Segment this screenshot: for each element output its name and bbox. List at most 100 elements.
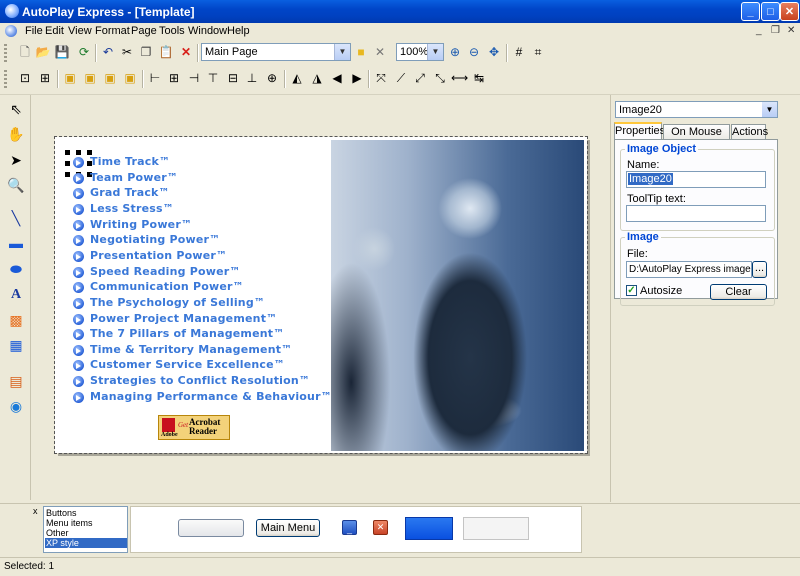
web-icon[interactable]: ◉ <box>6 396 26 416</box>
delete-icon[interactable]: ✕ <box>178 44 194 60</box>
tab-on-mouse-over[interactable]: On Mouse Over <box>663 124 730 153</box>
link-label[interactable]: Communication Power™ <box>90 280 244 293</box>
link-label[interactable]: Less Stress™ <box>90 202 174 215</box>
close-button[interactable]: ✕ <box>780 2 799 21</box>
new-icon[interactable]: 🗋 <box>17 44 33 60</box>
cut-icon[interactable]: ✂ <box>119 44 135 60</box>
mdi-close-button[interactable]: ✕ <box>787 25 795 36</box>
bring-forward-icon[interactable]: ▣ <box>102 70 118 86</box>
group-icon[interactable]: ⊡ <box>17 70 33 86</box>
menu-page[interactable]: Page <box>131 25 157 37</box>
menu-window[interactable]: Window <box>188 25 227 37</box>
grid-icon[interactable]: # <box>511 44 527 60</box>
main-menu-button-sample[interactable]: Main Menu <box>256 519 320 537</box>
send-to-back-icon[interactable]: ▣ <box>82 70 98 86</box>
browse-button[interactable]: ... <box>752 261 767 278</box>
selection-handle[interactable] <box>76 150 81 155</box>
space-evenly-icon[interactable]: ⤡ <box>432 70 448 86</box>
style-list-item[interactable]: Buttons <box>45 508 127 518</box>
tab-actions[interactable]: Actions <box>731 124 768 139</box>
image-button-icon[interactable]: ▦ <box>6 335 26 355</box>
open-folder-icon[interactable]: 📂 <box>35 44 51 60</box>
minimize-sample-icon[interactable]: _ <box>342 520 357 535</box>
zoom-in-icon[interactable]: ⊕ <box>447 44 463 60</box>
document-icon[interactable] <box>5 25 17 37</box>
style-list-item[interactable]: Other <box>45 528 127 538</box>
bring-to-front-icon[interactable]: ▣ <box>62 70 78 86</box>
mdi-minimize-button[interactable]: _ <box>756 25 762 36</box>
build-icon[interactable]: ⟳ <box>76 44 92 60</box>
autosize-checkbox[interactable]: ✓ <box>626 285 637 296</box>
link-label[interactable]: Writing Power™ <box>90 218 192 231</box>
link-label[interactable]: The 7 Pillars of Management™ <box>90 327 284 340</box>
app-icon[interactable] <box>5 4 19 18</box>
resize-icon[interactable]: ⤧ <box>373 70 389 86</box>
align-left-icon[interactable]: ⊢ <box>147 70 163 86</box>
style-list-item[interactable]: Menu items <box>45 518 127 528</box>
clear-button[interactable]: Clear <box>710 284 767 300</box>
get-acrobat-reader-badge[interactable]: Adobe Get Acrobat Reader <box>158 415 230 440</box>
line-tool-icon[interactable]: ⟋ <box>393 70 409 86</box>
align-top-icon[interactable]: ⊤ <box>205 70 221 86</box>
link-label[interactable]: The Psychology of Selling™ <box>90 296 265 309</box>
rectangle-icon[interactable]: ▬ <box>6 233 26 253</box>
snap-grid-icon[interactable]: ⌗ <box>530 44 546 60</box>
flip-horizontal-icon[interactable]: ◭ <box>289 70 305 86</box>
menu-help[interactable]: Help <box>227 25 250 37</box>
same-width-icon[interactable]: ⟷ <box>451 70 468 86</box>
center-on-page-icon[interactable]: ⊕ <box>264 70 280 86</box>
rotate-left-icon[interactable]: ◀ <box>329 70 345 86</box>
rotate-right-icon[interactable]: ▶ <box>349 70 365 86</box>
link-label[interactable]: Strategies to Conflict Resolution™ <box>90 374 310 387</box>
menu-tools[interactable]: Tools <box>159 25 185 37</box>
same-height-icon[interactable]: ↹ <box>471 70 487 86</box>
pointer-icon[interactable]: ➤ <box>6 150 26 170</box>
hand-icon[interactable]: ✋ <box>6 124 26 144</box>
paste-icon[interactable]: 📋 <box>158 44 174 60</box>
link-label[interactable]: Time Track™ <box>90 155 170 168</box>
select-arrow-icon[interactable]: ⇖ <box>6 99 26 119</box>
save-icon[interactable]: 💾 <box>54 44 70 60</box>
link-label[interactable]: Speed Reading Power™ <box>90 265 241 278</box>
menu-format[interactable]: Format <box>95 25 130 37</box>
delete-page-icon[interactable]: ✕ <box>372 44 388 60</box>
media-icon[interactable]: ▤ <box>6 371 26 391</box>
chevron-down-icon[interactable]: ▼ <box>427 44 443 60</box>
toolbar-grip[interactable] <box>4 44 7 62</box>
selection-handle[interactable] <box>65 172 70 177</box>
zoom-combo[interactable]: 100% ▼ <box>396 43 444 61</box>
ungroup-icon[interactable]: ⊞ <box>37 70 53 86</box>
link-label[interactable]: Time & Territory Management™ <box>90 343 292 356</box>
name-field[interactable]: Image20 <box>626 171 766 188</box>
close-sample-icon[interactable]: ✕ <box>373 520 388 535</box>
copy-icon[interactable]: ❐ <box>138 44 154 60</box>
page-combo[interactable]: Main Page ▼ <box>201 43 351 61</box>
link-label[interactable]: Presentation Power™ <box>90 249 227 262</box>
ellipse-icon[interactable]: ⬬ <box>6 259 26 279</box>
minimize-button[interactable]: _ <box>741 2 760 21</box>
align-middle-icon[interactable]: ⊟ <box>225 70 241 86</box>
link-label[interactable]: Grad Track™ <box>90 186 170 199</box>
send-backward-icon[interactable]: ▣ <box>122 70 138 86</box>
light-panel-sample[interactable] <box>463 517 529 540</box>
tooltip-field[interactable] <box>626 205 766 222</box>
selection-handle[interactable] <box>65 150 70 155</box>
blank-button-sample[interactable] <box>178 519 244 537</box>
chevron-down-icon[interactable]: ▼ <box>334 44 350 60</box>
image-icon[interactable]: ▩ <box>6 310 26 330</box>
link-label[interactable]: Power Project Management™ <box>90 312 277 325</box>
line-icon[interactable]: ╲ <box>6 208 26 228</box>
link-label[interactable]: Customer Service Excellence™ <box>90 358 285 371</box>
toolbar-grip[interactable] <box>4 70 7 88</box>
maximize-button[interactable]: □ <box>761 2 780 21</box>
business-people-photo[interactable] <box>331 140 584 451</box>
zoom-out-icon[interactable]: ⊖ <box>466 44 482 60</box>
style-list-item-selected[interactable]: XP style <box>45 538 127 548</box>
pan-icon[interactable]: ✥ <box>486 44 502 60</box>
chevron-down-icon[interactable]: ▼ <box>762 102 777 117</box>
selection-handle[interactable] <box>65 161 70 166</box>
link-label[interactable]: Managing Performance & Behaviour™ <box>90 390 332 403</box>
text-icon[interactable]: A <box>6 285 26 305</box>
undo-icon[interactable]: ↶ <box>100 44 116 60</box>
flip-vertical-icon[interactable]: ◮ <box>309 70 325 86</box>
